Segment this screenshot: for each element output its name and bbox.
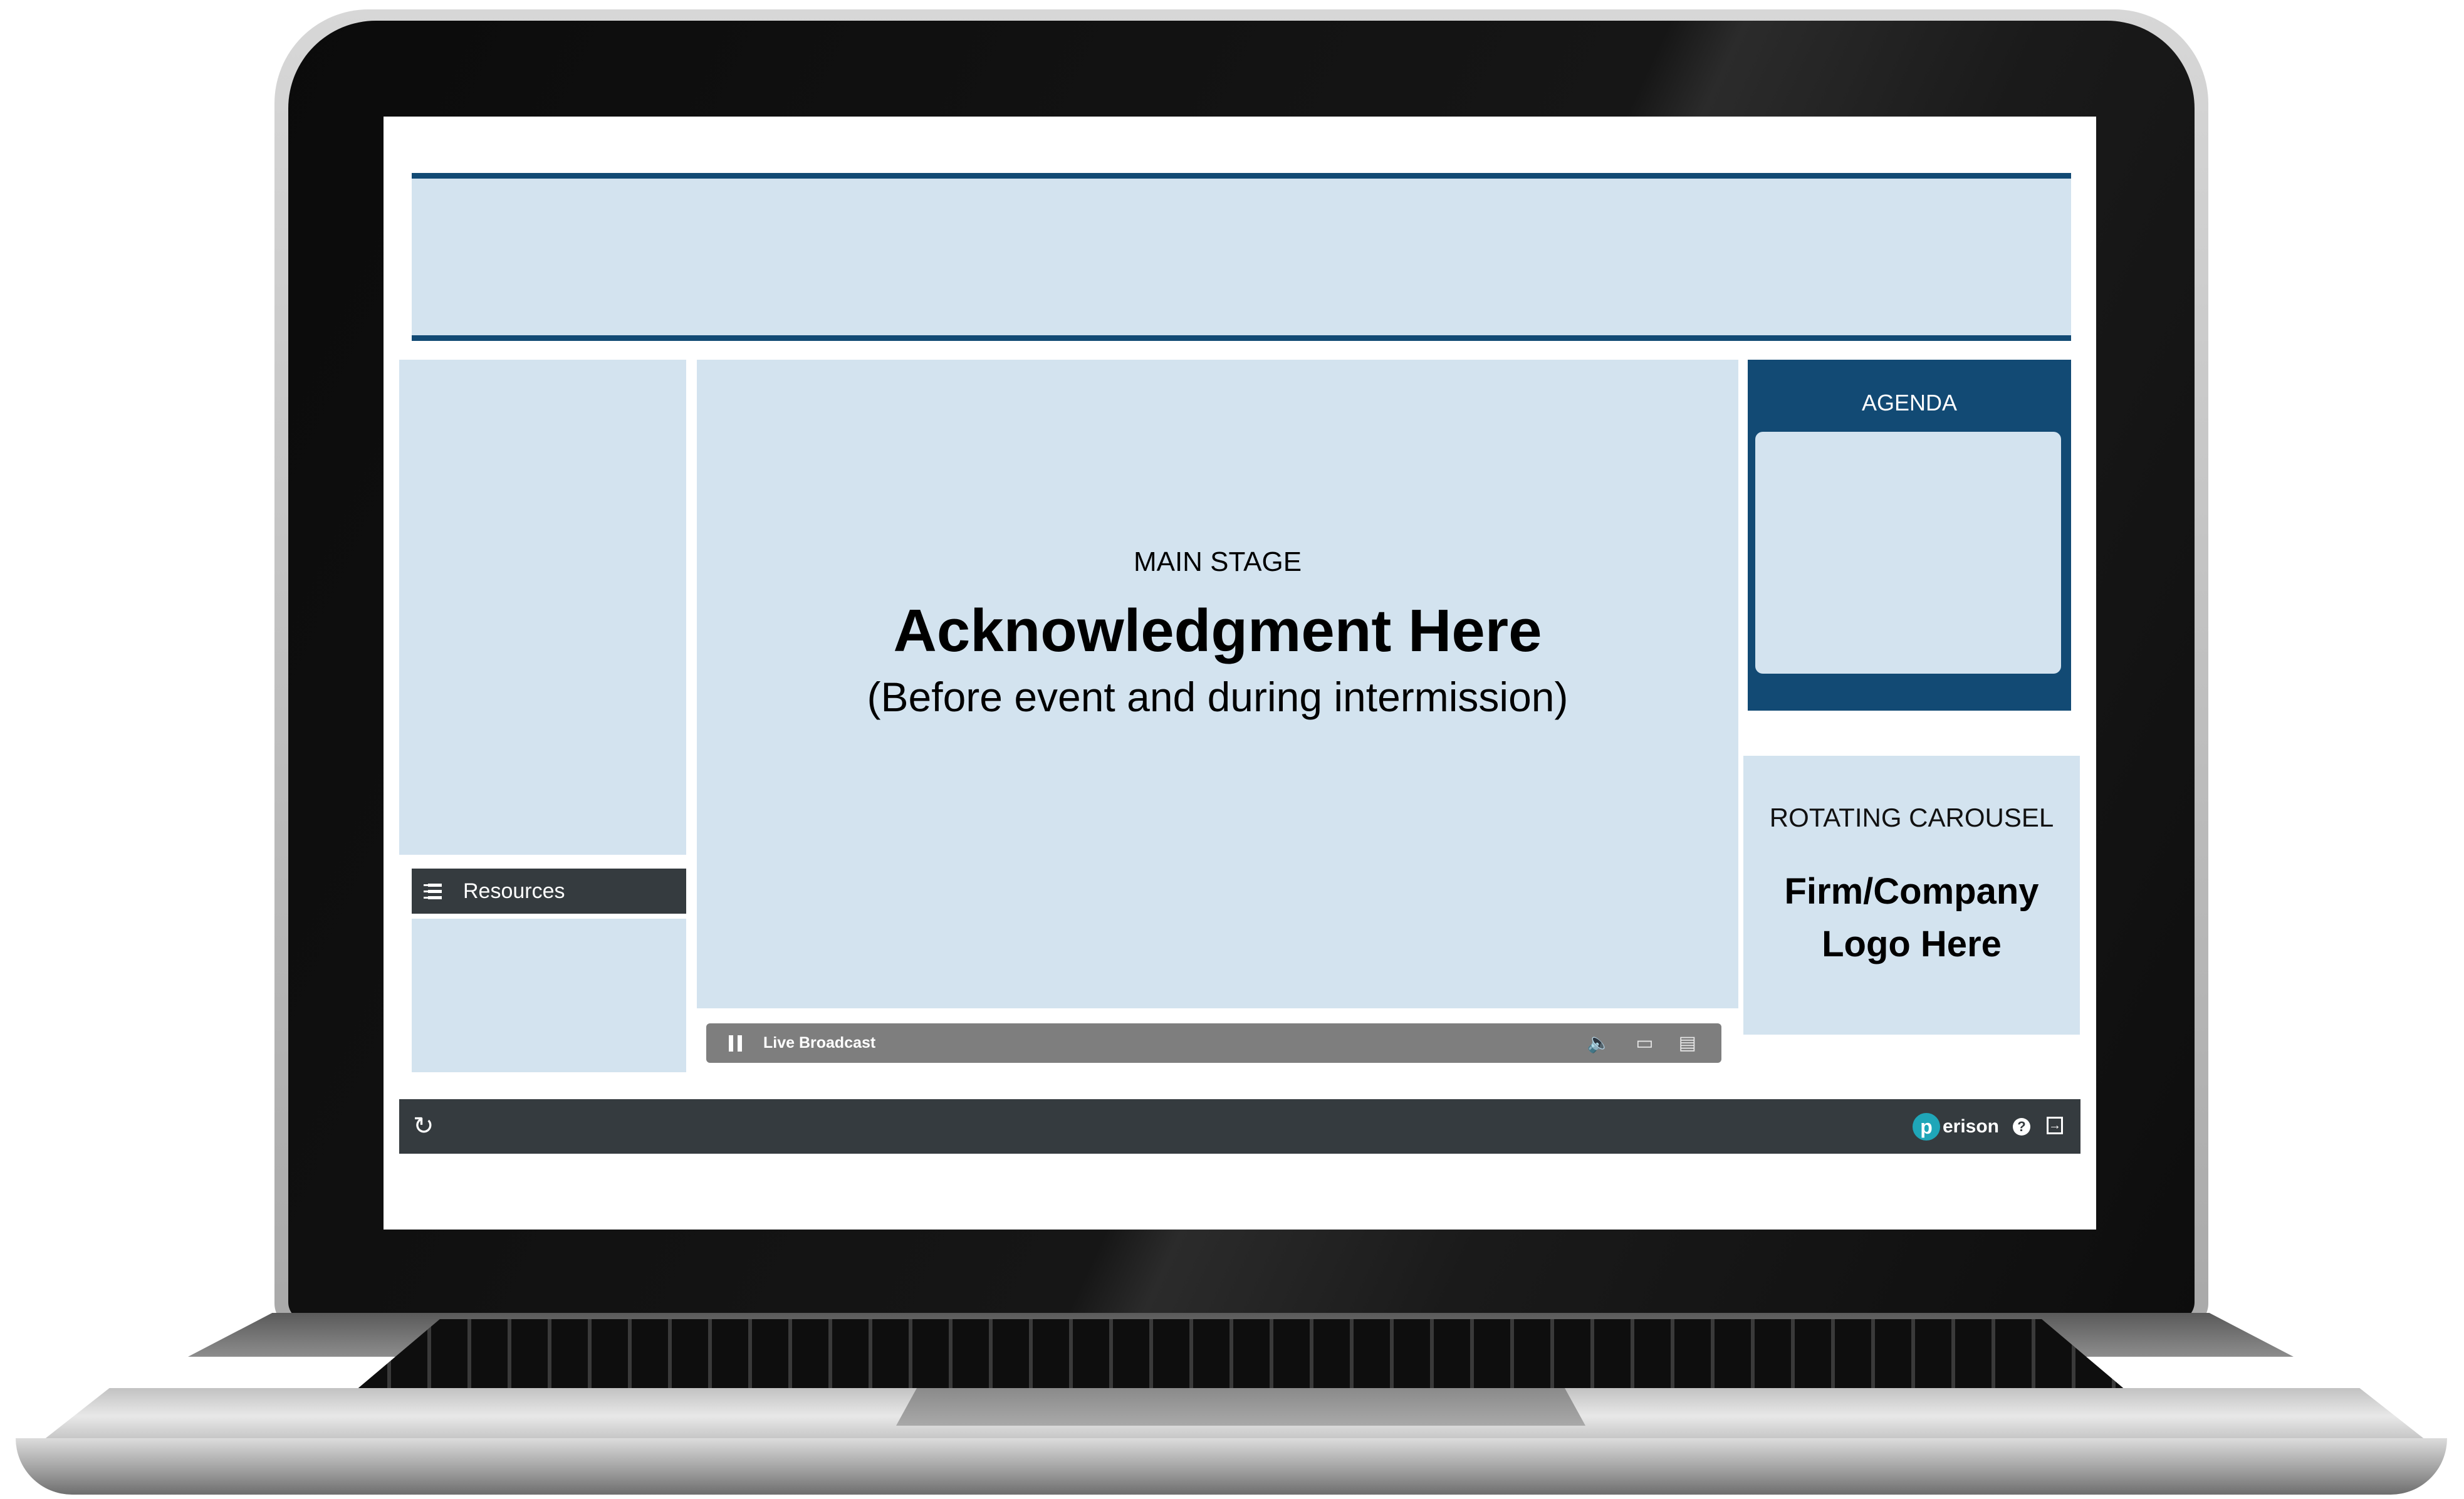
laptop-base bbox=[16, 1438, 2447, 1495]
brand-text: erison bbox=[1942, 1116, 1999, 1137]
main-stage-label: MAIN STAGE bbox=[1133, 546, 1302, 577]
left-content-panel bbox=[399, 360, 686, 855]
laptop-screen: Resources MAIN STAGE Acknowledgment Here… bbox=[384, 117, 2096, 1230]
rotating-carousel: ROTATING CAROUSEL Firm/Company Logo Here bbox=[1743, 756, 2080, 1035]
resources-label: Resources bbox=[463, 879, 565, 903]
carousel-logo-text: Firm/Company Logo Here bbox=[1743, 865, 2080, 971]
laptop-keyboard bbox=[351, 1319, 2131, 1394]
screen-icon[interactable]: ▭ bbox=[1636, 1032, 1653, 1054]
pause-icon[interactable] bbox=[729, 1035, 742, 1052]
carousel-line-1: Firm/Company bbox=[1784, 871, 2039, 912]
player-icons: 🔈 ▭ ▤ bbox=[1587, 1023, 1696, 1063]
help-icon[interactable]: ? bbox=[2013, 1118, 2030, 1136]
carousel-line-2: Logo Here bbox=[1822, 924, 2002, 964]
header-banner bbox=[412, 173, 2071, 341]
live-broadcast-label: Live Broadcast bbox=[763, 1034, 876, 1052]
resources-header[interactable]: Resources bbox=[412, 869, 686, 914]
carousel-label: ROTATING CAROUSEL bbox=[1769, 803, 2054, 832]
player-controls: Live Broadcast 🔈 ▭ ▤ bbox=[706, 1023, 1721, 1063]
logout-icon[interactable]: → bbox=[2047, 1117, 2063, 1134]
main-stage-subtitle: (Before event and during intermission) bbox=[867, 674, 1569, 720]
agenda-label: AGENDA bbox=[1861, 390, 1958, 415]
brand-logo: p erison bbox=[1912, 1113, 1999, 1141]
resources-panel bbox=[412, 919, 686, 1072]
brand-mark-icon: p bbox=[1912, 1113, 1940, 1141]
agenda-content bbox=[1755, 432, 2061, 674]
main-stage: MAIN STAGE Acknowledgment Here (Before e… bbox=[697, 360, 1738, 1008]
captions-icon[interactable]: ▤ bbox=[1679, 1032, 1696, 1054]
volume-icon[interactable]: 🔈 bbox=[1587, 1032, 1610, 1054]
main-stage-title: Acknowledgment Here bbox=[893, 597, 1542, 664]
list-icon bbox=[423, 883, 442, 899]
agenda-panel: AGENDA bbox=[1748, 360, 2071, 711]
footer-bar: ↻ p erison ? → bbox=[399, 1099, 2080, 1154]
refresh-icon[interactable]: ↻ bbox=[413, 1112, 434, 1141]
laptop-touchpad bbox=[896, 1388, 1585, 1426]
